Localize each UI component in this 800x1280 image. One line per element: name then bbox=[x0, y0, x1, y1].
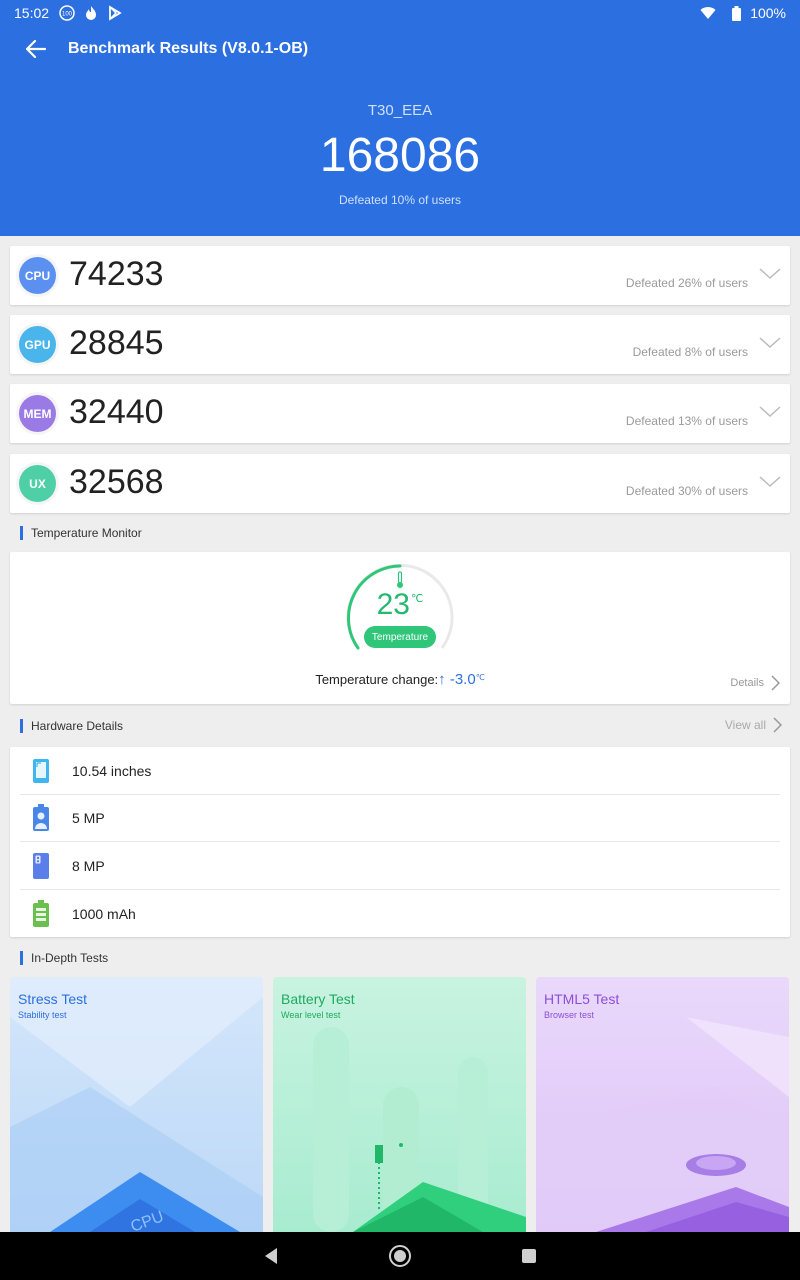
chevron-down-icon[interactable] bbox=[758, 474, 782, 490]
html5-test-title: HTML5 Test bbox=[544, 991, 620, 1007]
battery-icon bbox=[26, 899, 56, 929]
status-bar: 15:02 100 100% bbox=[0, 0, 800, 26]
temperature-change: Temperature change:↑ -3.0℃ bbox=[10, 671, 790, 688]
gpu-defeated-text: Defeated 8% of users bbox=[632, 345, 748, 359]
battery-test-card[interactable]: Battery Test Wear level test bbox=[273, 977, 526, 1232]
html5-test-card[interactable]: HTML5 Test Browser test bbox=[536, 977, 789, 1232]
navigation-bar bbox=[0, 1232, 800, 1280]
nav-recents-button[interactable] bbox=[515, 1242, 543, 1270]
hardware-row-screen[interactable]: 10.54 inches bbox=[20, 748, 780, 795]
temperature-details-link[interactable]: Details bbox=[730, 674, 780, 692]
chevron-right-icon bbox=[773, 717, 782, 733]
cpu-defeated-text: Defeated 26% of users bbox=[625, 276, 748, 290]
play-store-icon bbox=[107, 5, 123, 21]
cpu-score-card[interactable]: CPU 74233 Defeated 26% of users bbox=[10, 246, 790, 305]
details-label: Details bbox=[730, 677, 764, 689]
nav-home-button[interactable] bbox=[386, 1242, 414, 1270]
ux-badge: UX bbox=[19, 465, 56, 502]
gpu-badge: GPU bbox=[19, 326, 56, 363]
ux-score-card[interactable]: UX 32568 Defeated 30% of users bbox=[10, 454, 790, 513]
arrow-left-icon bbox=[26, 40, 46, 58]
temperature-pill: Temperature bbox=[364, 626, 436, 648]
cpu-badge: CPU bbox=[19, 257, 56, 294]
mem-badge: MEM bbox=[19, 395, 56, 432]
stress-test-card[interactable]: CPU Stress Test Stability test bbox=[10, 977, 263, 1232]
ux-defeated-text: Defeated 30% of users bbox=[625, 484, 748, 498]
battery-test-subtitle: Wear level test bbox=[281, 1010, 341, 1020]
html5-test-subtitle: Browser test bbox=[544, 1010, 595, 1020]
wifi-icon bbox=[700, 5, 716, 21]
in-depth-section-title: In-Depth Tests bbox=[20, 951, 108, 965]
front-camera-icon bbox=[26, 803, 56, 833]
screen-size: 10.54 inches bbox=[72, 763, 152, 779]
temperature-value: 23 bbox=[376, 588, 410, 621]
temperature-section-title: Temperature Monitor bbox=[20, 526, 142, 540]
temperature-card: 23℃ Temperature Temperature change:↑ -3.… bbox=[10, 552, 790, 704]
hardware-row-battery[interactable]: 1000 mAh bbox=[20, 890, 780, 937]
hardware-row-front-camera[interactable]: 5 MP bbox=[20, 795, 780, 842]
stress-test-subtitle: Stability test bbox=[18, 1010, 67, 1020]
circle-home-icon bbox=[389, 1245, 411, 1267]
mem-score-card[interactable]: MEM 32440 Defeated 13% of users bbox=[10, 384, 790, 443]
stress-test-title: Stress Test bbox=[18, 991, 87, 1007]
temperature-change-unit: ℃ bbox=[475, 673, 485, 682]
battery-status-icon bbox=[728, 5, 744, 21]
battery-percent: 100% bbox=[750, 5, 786, 21]
chevron-down-icon[interactable] bbox=[758, 266, 782, 282]
chevron-down-icon[interactable] bbox=[758, 335, 782, 351]
view-all-link[interactable]: View all bbox=[725, 716, 782, 734]
status-right: 100% bbox=[700, 5, 786, 21]
temperature-change-label: Temperature change: bbox=[315, 672, 439, 687]
mem-score: 32440 bbox=[69, 393, 164, 431]
page-title: Benchmark Results (V8.0.1-OB) bbox=[68, 40, 309, 57]
ux-score: 32568 bbox=[69, 463, 164, 501]
nav-back-button[interactable] bbox=[257, 1242, 285, 1270]
cpu-score: 74233 bbox=[69, 255, 164, 293]
triangle-back-icon bbox=[265, 1248, 277, 1264]
hardware-section-title: Hardware Details bbox=[20, 719, 123, 733]
square-recents-icon bbox=[522, 1249, 536, 1263]
back-button[interactable] bbox=[4, 26, 68, 72]
flame-icon bbox=[83, 5, 99, 21]
temperature-change-value: ↑ -3.0 bbox=[438, 671, 476, 688]
thermometer-icon bbox=[397, 571, 403, 588]
hardware-card: 10.54 inches 5 MP 8 MP 1000 mAh bbox=[10, 747, 790, 937]
front-camera-resolution: 5 MP bbox=[72, 810, 105, 826]
status-time: 15:02 bbox=[14, 5, 50, 21]
chevron-down-icon[interactable] bbox=[758, 404, 782, 420]
chevron-right-icon bbox=[771, 675, 780, 691]
temperature-unit: ℃ bbox=[411, 593, 424, 605]
total-defeated-text: Defeated 10% of users bbox=[338, 193, 462, 207]
gpu-score: 28845 bbox=[69, 324, 164, 362]
temperature-value-group: 23℃ bbox=[10, 588, 790, 622]
rear-camera-icon bbox=[26, 851, 56, 881]
mem-defeated-text: Defeated 13% of users bbox=[625, 414, 748, 428]
view-all-label: View all bbox=[724, 718, 766, 732]
battery-test-title: Battery Test bbox=[281, 991, 355, 1007]
rear-camera-resolution: 8 MP bbox=[72, 858, 105, 874]
gpu-score-card[interactable]: GPU 28845 Defeated 8% of users bbox=[10, 315, 790, 374]
app-bar: Benchmark Results (V8.0.1-OB) bbox=[0, 26, 800, 72]
battery-capacity: 1000 mAh bbox=[72, 905, 136, 922]
total-score: 168086 bbox=[319, 129, 481, 182]
results-header: 15:02 100 100% Benchmark Results (V8.0.1… bbox=[0, 0, 800, 236]
notification-badge-icon: 100 bbox=[59, 5, 75, 21]
svg-text:100: 100 bbox=[62, 12, 73, 18]
screen-icon bbox=[26, 756, 56, 786]
hardware-row-rear-camera[interactable]: 8 MP bbox=[20, 843, 780, 890]
device-name: T30_EEA bbox=[367, 102, 433, 119]
